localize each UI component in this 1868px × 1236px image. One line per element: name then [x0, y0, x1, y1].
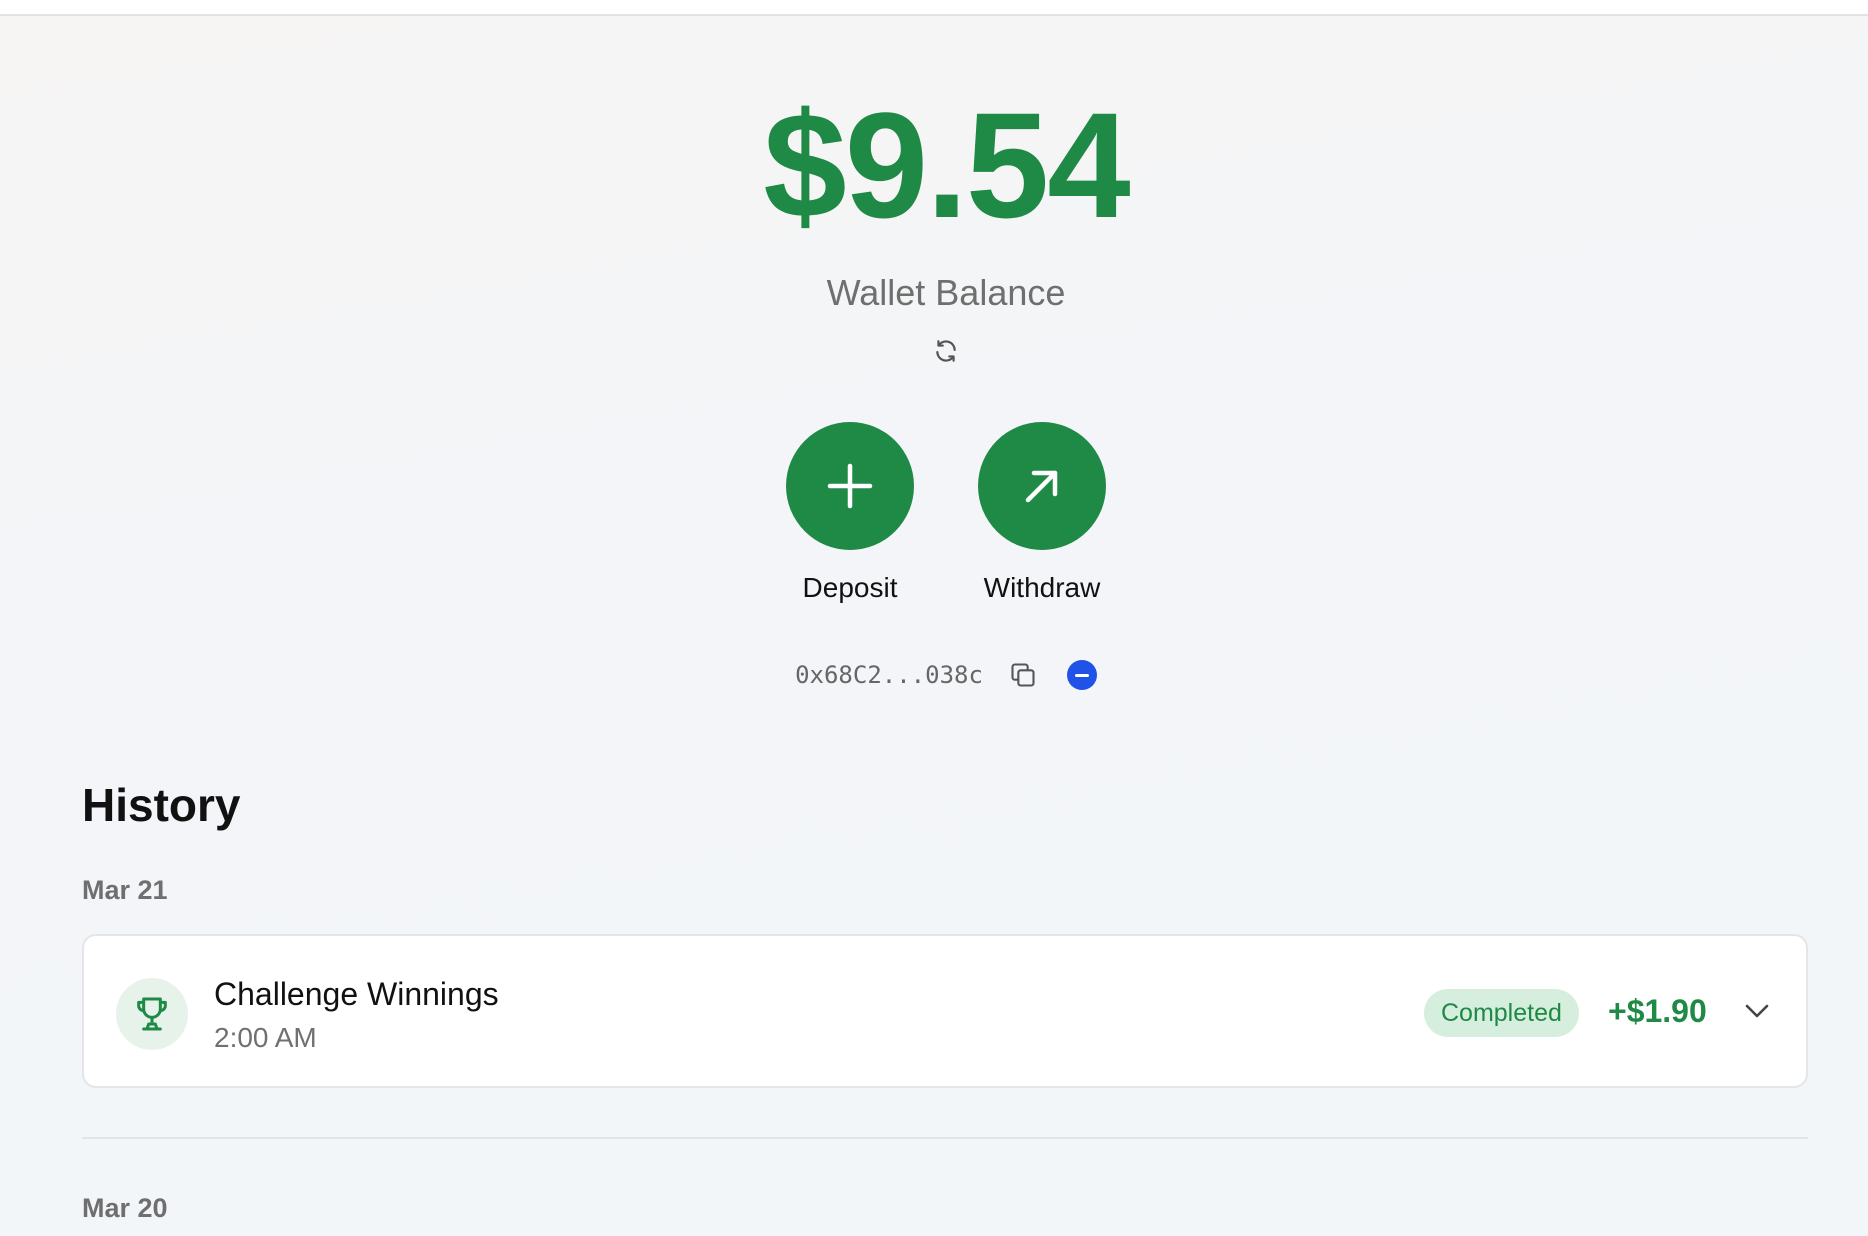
- transaction-time: 2:00 AM: [214, 1022, 317, 1053]
- wallet-balance-amount: $9.54: [763, 81, 1130, 249]
- history-date-label: Mar 21: [82, 875, 168, 905]
- deposit-button[interactable]: [786, 422, 914, 550]
- expand-transaction-button[interactable]: [1744, 1002, 1770, 1020]
- refresh-button[interactable]: [933, 338, 959, 364]
- wallet-address-row: 0x68C2...038c: [0, 660, 1868, 690]
- withdraw-label: Withdraw: [983, 572, 1101, 603]
- history-divider: [82, 1137, 1808, 1139]
- plus-icon: [827, 463, 873, 509]
- wallet-balance-label: Wallet Balance: [826, 272, 1066, 313]
- copy-address-button[interactable]: [1009, 661, 1037, 689]
- arrow-up-right-icon: [1025, 470, 1058, 503]
- deposit-action: Deposit: [765, 422, 935, 604]
- withdraw-button[interactable]: [978, 422, 1106, 550]
- transaction-icon-badge: [116, 978, 188, 1050]
- trophy-icon: [137, 997, 167, 1031]
- transaction-row[interactable]: Challenge Winnings 2:00 AM Completed +$1…: [82, 934, 1808, 1088]
- network-icon-bar: [1074, 673, 1089, 677]
- history-title: History: [82, 779, 241, 831]
- transaction-amount: +$1.90: [1608, 993, 1707, 1029]
- transaction-title: Challenge Winnings: [214, 976, 499, 1012]
- wallet-address: 0x68C2...038c: [795, 661, 983, 689]
- top-border: [0, 0, 1868, 16]
- deposit-label: Deposit: [802, 572, 898, 603]
- network-icon[interactable]: [1066, 660, 1097, 690]
- history-date-label: Mar 20: [82, 1193, 168, 1223]
- status-badge: Completed: [1424, 989, 1579, 1037]
- withdraw-action: Withdraw: [957, 422, 1127, 604]
- copy-icon: [1011, 663, 1035, 687]
- chevron-down-icon: [1745, 1004, 1769, 1018]
- refresh-icon: [936, 340, 956, 362]
